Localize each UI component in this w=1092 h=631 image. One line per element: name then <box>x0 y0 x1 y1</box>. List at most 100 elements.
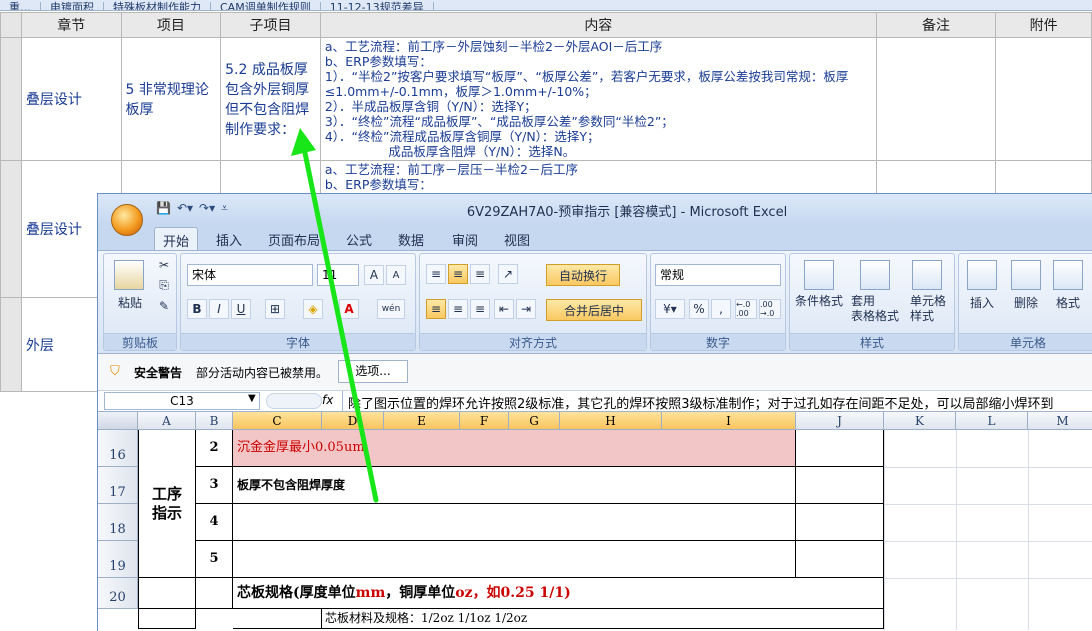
cell-styles-icon[interactable] <box>912 260 942 290</box>
column-header[interactable]: C <box>233 412 322 430</box>
grid-cell[interactable] <box>796 430 884 467</box>
tab-insert[interactable]: 插入 <box>208 227 250 252</box>
comma-button[interactable]: , <box>711 299 731 319</box>
merged-cell-c19[interactable] <box>233 541 796 578</box>
decrease-decimal-icon[interactable]: .00 →.0 <box>759 299 781 319</box>
merged-cell-c17[interactable]: 板厚不包含阻焊厚度 <box>233 467 796 504</box>
phonetic-icon[interactable]: wén <box>377 299 405 319</box>
grid-cell[interactable] <box>796 504 884 541</box>
tab-formulas[interactable]: 公式 <box>338 227 380 252</box>
column-header[interactable]: L <box>956 412 1028 430</box>
row-header[interactable]: 17 <box>98 467 138 504</box>
options-button[interactable]: 选项... <box>338 360 408 383</box>
tab-data[interactable]: 数据 <box>390 227 432 252</box>
percent-button[interactable]: % <box>689 299 709 319</box>
row-selector[interactable] <box>0 37 22 161</box>
column-header[interactable]: K <box>884 412 956 430</box>
merged-cell-c18[interactable] <box>233 504 796 541</box>
cut-icon[interactable]: ✂ <box>156 258 172 272</box>
format-cells-button[interactable]: 格式 <box>1045 294 1091 311</box>
column-header[interactable]: M <box>1028 412 1092 430</box>
grid-cell[interactable] <box>796 467 884 504</box>
grid-cell[interactable] <box>138 609 196 629</box>
column-header[interactable]: B <box>196 412 233 430</box>
column-header[interactable]: D <box>322 412 384 430</box>
align-middle-icon[interactable]: ≡ <box>448 264 468 284</box>
merged-cell-c21[interactable]: 芯板材料及规格：1/2oz 1/1oz 1/2oz <box>322 609 884 629</box>
underline-button[interactable]: U <box>231 299 251 319</box>
name-box[interactable]: C13 <box>104 392 260 410</box>
grid-cell[interactable]: 3 <box>196 467 233 504</box>
increase-decimal-icon[interactable]: ←.0 .00 <box>735 299 757 319</box>
increase-indent-icon[interactable]: ⇥ <box>516 299 536 319</box>
select-all-corner[interactable] <box>0 12 22 38</box>
grid-cell[interactable] <box>138 578 196 609</box>
grid-cell[interactable]: 4 <box>196 504 233 541</box>
grid-cell[interactable]: 2 <box>196 430 233 467</box>
top-tab[interactable]: 重… <box>0 2 41 10</box>
formula-input[interactable]: 除了图示位置的焊环允许按照2级标准，其它孔的焊环按照3级标准制作；对于过孔如存在… <box>348 393 1054 412</box>
column-header[interactable]: J <box>796 412 884 430</box>
paste-button[interactable]: 粘贴 <box>108 294 152 311</box>
paste-icon[interactable] <box>114 260 144 290</box>
grid-cell[interactable] <box>233 609 322 629</box>
currency-icon[interactable]: ¥▾ <box>655 299 685 319</box>
row-header[interactable]: 16 <box>98 430 138 467</box>
format-as-table-icon[interactable] <box>860 260 890 290</box>
formula-bar-splitter[interactable] <box>266 393 322 409</box>
format-painter-icon[interactable]: ✎ <box>156 299 172 313</box>
shrink-font-icon[interactable]: A <box>386 265 406 285</box>
bold-button[interactable]: B <box>187 299 207 319</box>
align-center-icon[interactable]: ≡ <box>448 299 468 319</box>
font-color-icon[interactable]: A <box>339 299 359 319</box>
conditional-format-icon[interactable] <box>804 260 834 290</box>
column-header[interactable]: H <box>560 412 662 430</box>
column-header[interactable]: E <box>384 412 460 430</box>
fill-color-icon[interactable]: ◈ <box>303 299 323 319</box>
format-as-table-button[interactable]: 套用 表格格式 <box>844 294 906 324</box>
merged-cell-c16[interactable]: 沉金金厚最小0.05um <box>233 430 796 467</box>
merged-cell-c20[interactable]: 芯板规格(厚度单位mm，铜厚单位oz，如0.25 1/1) <box>233 578 884 609</box>
conditional-format-button[interactable]: 条件格式 <box>790 294 848 309</box>
align-bottom-icon[interactable]: ≡ <box>470 264 490 284</box>
tab-page-layout[interactable]: 页面布局 <box>260 227 328 252</box>
top-tab[interactable]: CAM调单制作规则 <box>211 2 321 10</box>
column-header[interactable]: G <box>509 412 560 430</box>
column-header[interactable]: F <box>460 412 509 430</box>
font-name-select[interactable]: 宋体 <box>187 264 313 286</box>
insert-cells-button[interactable]: 插入 <box>959 294 1005 311</box>
row-selector[interactable] <box>0 160 22 298</box>
copy-icon[interactable]: ⎘ <box>156 278 172 293</box>
italic-button[interactable]: I <box>209 299 229 319</box>
format-cells-icon[interactable] <box>1053 260 1083 290</box>
align-top-icon[interactable]: ≡ <box>426 264 446 284</box>
grid-cell[interactable]: 5 <box>196 541 233 578</box>
fx-icon[interactable]: fx <box>322 393 333 407</box>
tab-review[interactable]: 审阅 <box>444 227 486 252</box>
column-header[interactable]: I <box>662 412 796 430</box>
tab-view[interactable]: 视图 <box>496 227 538 252</box>
top-tab[interactable]: 11-12-13规范差异 <box>321 2 434 10</box>
insert-cells-icon[interactable] <box>967 260 997 290</box>
top-tab[interactable]: 电镀面积 <box>41 2 104 10</box>
merge-center-button[interactable]: 合并后居中 <box>546 299 642 321</box>
orientation-icon[interactable]: ↗ <box>498 264 518 284</box>
grid-cell[interactable] <box>796 541 884 578</box>
align-right-icon[interactable]: ≡ <box>470 299 490 319</box>
row-header[interactable]: 20 <box>98 578 138 609</box>
font-size-select[interactable]: 11 <box>317 264 359 286</box>
grow-font-icon[interactable]: A <box>364 265 384 285</box>
number-format-select[interactable]: 常规 <box>655 264 781 286</box>
border-icon[interactable]: ⊞ <box>265 299 285 319</box>
decrease-indent-icon[interactable]: ⇤ <box>494 299 514 319</box>
section-cell[interactable]: 工序 指示 <box>138 430 196 578</box>
tab-home[interactable]: 开始 <box>154 227 199 251</box>
row-header[interactable]: 19 <box>98 541 138 578</box>
name-box-dropdown-icon[interactable]: ▼ <box>248 393 256 404</box>
row-header[interactable]: 18 <box>98 504 138 541</box>
cell-styles-button[interactable]: 单元格 样式 <box>902 294 954 324</box>
top-tab[interactable]: 特殊板材制作能力 <box>104 2 211 10</box>
delete-cells-icon[interactable] <box>1011 260 1041 290</box>
align-left-icon[interactable]: ≡ <box>426 299 446 319</box>
select-all-button[interactable] <box>98 412 138 430</box>
